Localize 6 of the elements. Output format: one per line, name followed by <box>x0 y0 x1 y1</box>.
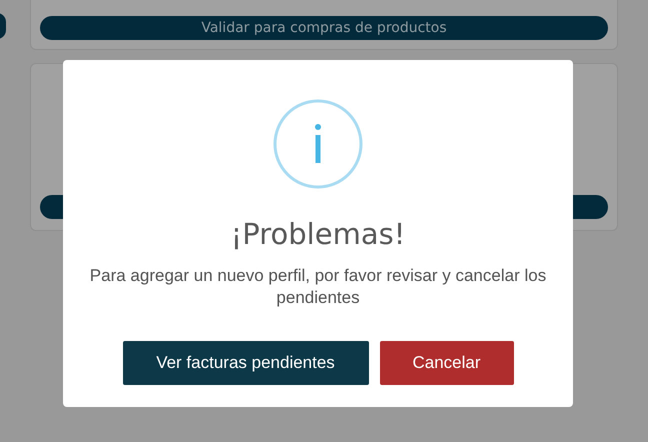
view-invoices-button[interactable]: Ver facturas pendientes <box>122 341 368 385</box>
cancel-button[interactable]: Cancelar <box>380 341 514 385</box>
dialog-title: ¡Problemas! <box>230 217 406 251</box>
validate-button[interactable]: Validar para compras de productos <box>40 16 608 40</box>
info-icon <box>273 99 363 189</box>
dialog-message: Para agregar un nuevo perfil, por favor revisar y cancelar los pendientes <box>88 265 548 309</box>
